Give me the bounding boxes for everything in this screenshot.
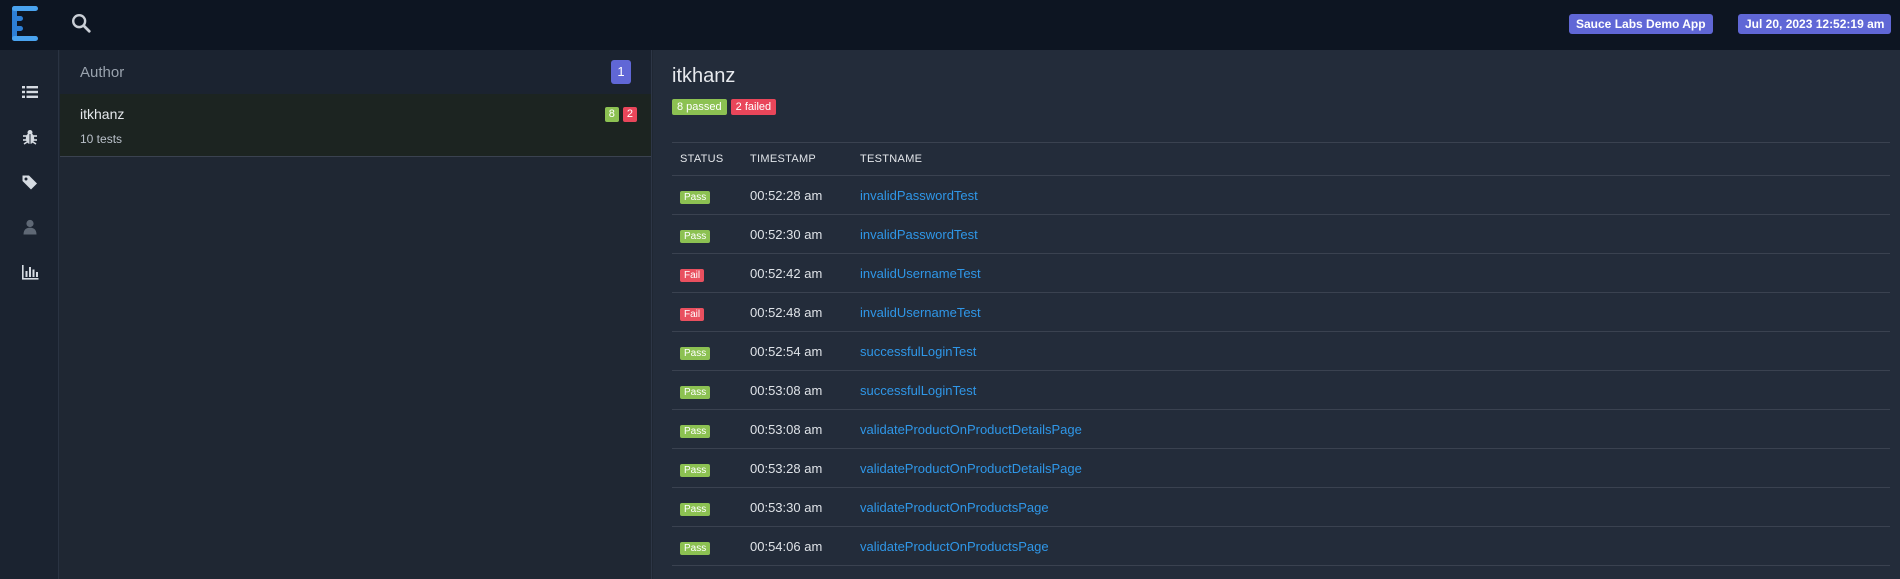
table-row: Fail 00:52:48 am invalidUsernameTest	[672, 292, 1890, 332]
testname-cell: invalidUsernameTest	[852, 253, 1890, 293]
author-panel-header: Author 1	[60, 50, 651, 94]
author-panel-title: Author	[80, 63, 125, 81]
nav-exceptions[interactable]	[0, 117, 59, 157]
failed-count-badge: 2	[622, 107, 637, 122]
status-cell: Pass	[672, 448, 742, 488]
failed-summary-badge: 2 failed	[730, 99, 777, 115]
table-row: Pass 00:52:54 am successfulLoginTest	[672, 331, 1890, 371]
table-row: Fail 00:52:42 am invalidUsernameTest	[672, 253, 1890, 293]
timestamp-cell: 00:52:28 am	[742, 175, 852, 215]
nav-tags[interactable]	[0, 162, 59, 202]
passed-count-badge: 8	[604, 107, 619, 122]
timestamp-cell: 00:53:30 am	[742, 487, 852, 527]
passed-summary-badge: 8 passed	[672, 99, 727, 115]
testname-cell: invalidUsernameTest	[852, 292, 1890, 332]
author-status-counts: 8 2	[604, 107, 637, 122]
table-row: Pass 00:54:06 am validateProductOnProducts…	[672, 526, 1890, 566]
timestamp-cell: 00:53:08 am	[742, 370, 852, 410]
testname-cell: validateProductOnProductDetailsPage	[852, 409, 1890, 449]
testname-cell: validateProductOnProductsPage	[852, 487, 1890, 527]
timestamp-cell: 00:52:42 am	[742, 253, 852, 293]
timestamp-cell: 00:52:30 am	[742, 214, 852, 254]
status-cell: Pass	[672, 526, 742, 566]
status-badge: Pass	[680, 346, 711, 360]
nav-dashboard[interactable]	[0, 252, 59, 292]
bug-icon	[22, 130, 37, 145]
tag-icon	[22, 175, 37, 190]
left-nav	[0, 50, 59, 579]
timestamp-cell: 00:54:06 am	[742, 526, 852, 566]
status-cell: Fail	[672, 253, 742, 293]
status-badge: Pass	[680, 463, 711, 477]
status-cell: Fail	[672, 292, 742, 332]
test-name-link[interactable]: invalidPasswordTest	[860, 227, 978, 242]
table-header-row: STATUS TIMESTAMP TESTNAME	[672, 142, 1890, 176]
nav-test-list[interactable]	[0, 72, 59, 112]
status-badge: Pass	[680, 190, 711, 204]
test-name-link[interactable]: invalidUsernameTest	[860, 266, 981, 281]
extent-logo-icon[interactable]	[12, 6, 40, 42]
status-cell: Pass	[672, 214, 742, 254]
author-name: itkhanz	[80, 106, 125, 122]
user-icon	[23, 219, 36, 235]
status-badge: Pass	[680, 502, 711, 516]
test-name-link[interactable]: successfulLoginTest	[860, 344, 976, 359]
status-badge: Pass	[680, 424, 711, 438]
status-badge: Pass	[680, 229, 711, 243]
column-header-status[interactable]: STATUS	[672, 142, 742, 176]
table-row: Pass 00:53:30 am validateProductOnProducts…	[672, 487, 1890, 527]
author-details: itkhanz 8 passed 2 failed STATUS TIMESTA…	[653, 50, 1900, 579]
status-cell: Pass	[672, 370, 742, 410]
test-name-link[interactable]: invalidPasswordTest	[860, 188, 978, 203]
status-badge: Pass	[680, 541, 711, 555]
table-row: Pass 00:52:30 am invalidPasswordTest	[672, 214, 1890, 254]
status-badge: Fail	[680, 268, 705, 282]
author-count-badge: 1	[611, 60, 631, 84]
list-icon	[21, 86, 38, 98]
report-date-badge: Jul 20, 2023 12:52:19 am	[1738, 14, 1892, 34]
test-name-link[interactable]: validateProductOnProductsPage	[860, 539, 1049, 554]
top-bar: Sauce Labs Demo App Jul 20, 2023 12:52:1…	[0, 0, 1900, 50]
testname-cell: validateProductOnProductsPage	[852, 526, 1890, 566]
table-row: Pass 00:53:08 am successfulLoginTest	[672, 370, 1890, 410]
testname-cell: invalidPasswordTest	[852, 175, 1890, 215]
test-name-link[interactable]: successfulLoginTest	[860, 383, 976, 398]
tests-table: STATUS TIMESTAMP TESTNAME Pass 00:52:28 a…	[672, 142, 1890, 566]
table-row: Pass 00:53:28 am validateProductOnProductD…	[672, 448, 1890, 488]
nav-authors[interactable]	[0, 207, 59, 247]
timestamp-cell: 00:52:54 am	[742, 331, 852, 371]
author-list-item[interactable]: itkhanz 10 tests 8 2	[60, 94, 651, 157]
testname-cell: successfulLoginTest	[852, 331, 1890, 371]
test-name-link[interactable]: invalidUsernameTest	[860, 305, 981, 320]
details-title: itkhanz	[672, 65, 736, 87]
column-header-timestamp[interactable]: TIMESTAMP	[742, 142, 852, 176]
author-test-count: 10 tests	[80, 132, 123, 146]
status-cell: Pass	[672, 331, 742, 371]
timestamp-cell: 00:53:28 am	[742, 448, 852, 488]
status-badge: Pass	[680, 385, 711, 399]
search-icon[interactable]	[70, 12, 92, 34]
timestamp-cell: 00:53:08 am	[742, 409, 852, 449]
details-summary: 8 passed 2 failed	[672, 99, 777, 115]
testname-cell: validateProductOnProductDetailsPage	[852, 448, 1890, 488]
timestamp-cell: 00:52:48 am	[742, 292, 852, 332]
test-name-link[interactable]: validateProductOnProductsPage	[860, 500, 1049, 515]
column-header-testname[interactable]: TESTNAME	[852, 142, 1890, 176]
author-panel: Author 1 itkhanz 10 tests 8 2	[60, 50, 652, 579]
testname-cell: successfulLoginTest	[852, 370, 1890, 410]
status-cell: Pass	[672, 409, 742, 449]
status-cell: Pass	[672, 487, 742, 527]
status-cell: Pass	[672, 175, 742, 215]
bar-chart-icon	[21, 265, 38, 280]
table-row: Pass 00:52:28 am invalidPasswordTest	[672, 175, 1890, 215]
app-name-badge: Sauce Labs Demo App	[1569, 14, 1713, 34]
testname-cell: invalidPasswordTest	[852, 214, 1890, 254]
status-badge: Fail	[680, 307, 705, 321]
table-row: Pass 00:53:08 am validateProductOnProductD…	[672, 409, 1890, 449]
test-name-link[interactable]: validateProductOnProductDetailsPage	[860, 422, 1082, 437]
test-name-link[interactable]: validateProductOnProductDetailsPage	[860, 461, 1082, 476]
